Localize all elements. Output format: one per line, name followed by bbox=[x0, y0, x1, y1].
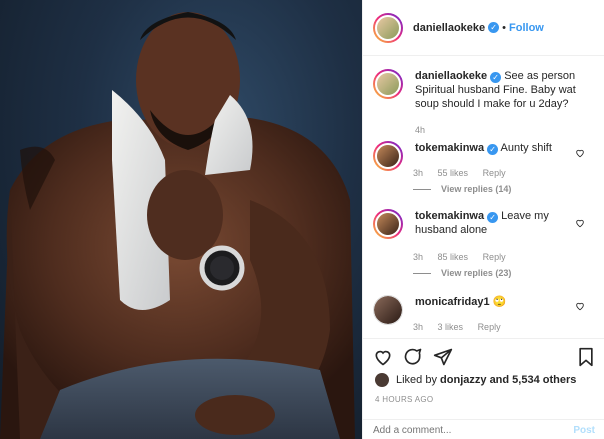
man-with-towel-photo bbox=[0, 12, 355, 439]
comment-item: tokemakinwa ✓ Aunty shift bbox=[373, 141, 598, 171]
post-comment-button[interactable]: Post bbox=[573, 425, 595, 436]
comment-meta: 3h 3 likes Reply bbox=[413, 322, 513, 332]
verified-badge-icon: ✓ bbox=[487, 212, 499, 223]
liker-username[interactable]: donjazzy bbox=[440, 374, 486, 386]
comment-avatar[interactable] bbox=[373, 209, 403, 239]
post-actions: Liked by donjazzy and 5,534 others 4 HOU… bbox=[363, 338, 604, 439]
caption-avatar[interactable] bbox=[373, 69, 403, 99]
comment-likes[interactable]: 85 likes bbox=[438, 252, 469, 262]
comment-icon[interactable] bbox=[403, 347, 423, 367]
action-icons bbox=[373, 345, 595, 369]
view-replies-button[interactable]: View replies (14) bbox=[413, 184, 511, 194]
comment-time: 3h bbox=[413, 168, 424, 178]
view-replies-line bbox=[413, 189, 431, 191]
verified-badge-icon: ✓ bbox=[490, 72, 502, 83]
verified-badge-icon: ✓ bbox=[487, 144, 499, 155]
comment-text: Aunty shift bbox=[500, 142, 552, 154]
comments-list[interactable]: daniellaokeke ✓ See as person Spiritual h… bbox=[363, 57, 604, 338]
heart-icon[interactable] bbox=[575, 148, 585, 158]
heart-icon[interactable] bbox=[575, 218, 585, 228]
comment-item: tokemakinwa ✓ Leave my husband alone bbox=[373, 209, 598, 239]
comment-meta: 3h 85 likes Reply bbox=[413, 252, 518, 262]
bookmark-icon[interactable] bbox=[577, 347, 595, 367]
reply-button[interactable]: Reply bbox=[483, 168, 506, 178]
add-comment-input[interactable] bbox=[373, 424, 574, 436]
comment-likes[interactable]: 3 likes bbox=[438, 322, 464, 332]
author-avatar[interactable] bbox=[373, 12, 403, 43]
verified-badge-icon: ✓ bbox=[488, 22, 500, 33]
comment-username[interactable]: tokemakinwa bbox=[415, 210, 484, 222]
share-icon[interactable] bbox=[433, 347, 453, 367]
comment-username[interactable]: tokemakinwa bbox=[415, 142, 484, 154]
post-side-panel: daniellaokeke ✓ • Follow daniellaokeke ✓ … bbox=[362, 0, 604, 439]
view-replies-label: View replies (23) bbox=[441, 268, 512, 278]
follow-button[interactable]: Follow bbox=[509, 22, 544, 34]
comment-avatar[interactable] bbox=[373, 295, 403, 325]
caption-username[interactable]: daniellaokeke bbox=[415, 70, 487, 82]
post-header: daniellaokeke ✓ • Follow bbox=[363, 0, 604, 56]
reply-button[interactable]: Reply bbox=[483, 252, 506, 262]
likes-summary: Liked by donjazzy and 5,534 others bbox=[375, 373, 576, 387]
caption-time: 4h bbox=[415, 125, 426, 135]
comment-likes[interactable]: 55 likes bbox=[438, 168, 469, 178]
comment-time: 3h bbox=[413, 322, 424, 332]
view-replies-line bbox=[413, 273, 431, 275]
comment-item: monicafriday1 🙄 bbox=[373, 295, 598, 325]
comment-text: 🙄 bbox=[492, 296, 507, 308]
view-replies-button[interactable]: View replies (23) bbox=[413, 268, 511, 278]
comment-time: 3h bbox=[413, 252, 424, 262]
author-username[interactable]: daniellaokeke bbox=[413, 22, 485, 34]
comment-username[interactable]: monicafriday1 bbox=[415, 296, 490, 308]
add-comment-bar: Post bbox=[363, 419, 604, 439]
likes-prefix: Liked by bbox=[396, 374, 437, 386]
liker-avatar[interactable] bbox=[375, 373, 389, 387]
comment-avatar[interactable] bbox=[373, 141, 403, 171]
view-replies-label: View replies (14) bbox=[441, 184, 512, 194]
heart-icon[interactable] bbox=[373, 347, 393, 367]
separator-dot: • bbox=[502, 21, 507, 34]
reply-button[interactable]: Reply bbox=[478, 322, 501, 332]
likes-others[interactable]: and 5,534 others bbox=[490, 374, 577, 386]
caption-item: daniellaokeke ✓ See as person Spiritual h… bbox=[373, 69, 598, 111]
post-timestamp[interactable]: 4 HOURS AGO bbox=[375, 395, 433, 404]
heart-icon[interactable] bbox=[575, 301, 585, 311]
post-photo[interactable] bbox=[0, 0, 362, 439]
caption-meta: 4h bbox=[415, 125, 437, 135]
comment-meta: 3h 55 likes Reply bbox=[413, 168, 518, 178]
